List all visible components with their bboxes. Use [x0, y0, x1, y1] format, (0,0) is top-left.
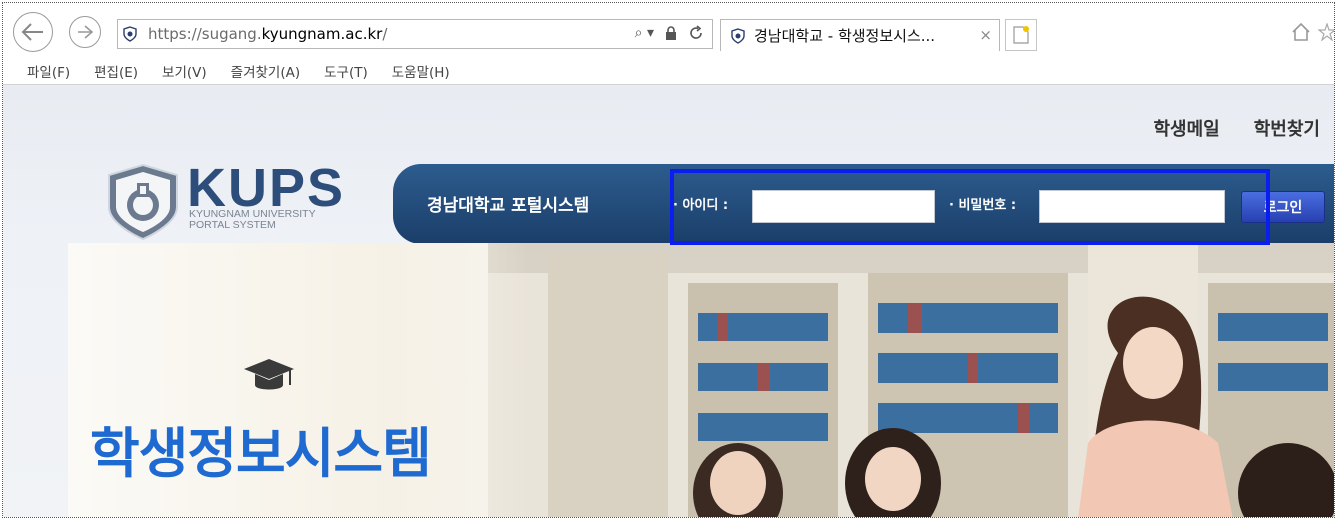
address-tools: ⌕ ▾ — [635, 25, 704, 41]
menu-edit[interactable]: 편집(E) — [94, 61, 138, 81]
lock-icon[interactable] — [664, 25, 678, 41]
home-icon[interactable] — [1290, 21, 1312, 43]
arrow-right-icon — [78, 25, 94, 39]
password-input[interactable] — [1039, 190, 1225, 223]
hero-title: 학생정보시스템 — [90, 422, 432, 485]
tab-favicon-icon — [731, 27, 745, 44]
top-links: 학생메일 학번찾기 — [1154, 115, 1321, 141]
menu-view[interactable]: 보기(V) — [162, 61, 207, 81]
search-dropdown-icon[interactable]: ⌕ ▾ — [635, 25, 654, 41]
logo-subtitle-line2: PORTAL SYSTEM — [189, 219, 276, 231]
login-bar: 경남대학교 포털시스템 · 아이디 : · 비밀번호 : 로그인 — [393, 164, 1334, 244]
kups-logo[interactable]: KUPS KYUNGNAM UNIVERSITY PORTAL SYSTEM — [107, 158, 347, 243]
browser-window: https://sugang.kyungnam.ac.kr/ ⌕ ▾ 경남대학교… — [2, 2, 1335, 518]
arrow-left-icon — [21, 23, 43, 41]
new-tab-icon — [1013, 26, 1029, 44]
menu-bar: 파일(F) 편집(E) 보기(V) 즐겨찾기(A) 도구(T) 도움말(H) — [3, 59, 450, 83]
page-content: 학생메일 학번찾기 KUPS KYUNGNAM UNIVERSITY PORTA… — [3, 85, 1334, 517]
menu-help[interactable]: 도움말(H) — [392, 61, 450, 81]
refresh-icon[interactable] — [688, 25, 704, 41]
forward-button[interactable] — [69, 16, 101, 48]
menu-favorites[interactable]: 즐겨찾기(A) — [231, 61, 300, 81]
id-input[interactable] — [752, 190, 935, 223]
library-photo — [488, 243, 1334, 517]
graduation-cap-icon — [244, 359, 294, 390]
menu-file[interactable]: 파일(F) — [27, 61, 70, 81]
new-tab-button[interactable] — [1005, 19, 1037, 51]
university-emblem-icon — [108, 163, 178, 241]
hero-banner: 학생정보시스템 — [68, 243, 1334, 517]
password-label: · 비밀번호 : — [949, 198, 1017, 213]
find-student-id-link[interactable]: 학번찾기 — [1254, 115, 1320, 141]
address-bar[interactable]: https://sugang.kyungnam.ac.kr/ ⌕ ▾ — [117, 19, 713, 49]
tab-title: 경남대학교 - 학생정보시스... — [754, 27, 936, 45]
browser-tab[interactable]: 경남대학교 - 학생정보시스... × — [720, 19, 1000, 51]
url-text: https://sugang.kyungnam.ac.kr/ — [148, 25, 388, 43]
menu-tools[interactable]: 도구(T) — [324, 61, 368, 81]
favorites-star-icon[interactable] — [1318, 23, 1335, 41]
logo-subtitle: KYUNGNAM UNIVERSITY PORTAL SYSTEM — [189, 209, 316, 231]
site-shield-icon — [123, 26, 137, 42]
back-button[interactable] — [13, 12, 53, 52]
id-label: · 아이디 : — [673, 198, 729, 213]
login-button[interactable]: 로그인 — [1241, 191, 1325, 223]
portal-title: 경남대학교 포털시스템 — [427, 196, 590, 216]
student-mail-link[interactable]: 학생메일 — [1154, 115, 1220, 141]
browser-chrome: https://sugang.kyungnam.ac.kr/ ⌕ ▾ 경남대학교… — [3, 3, 1334, 85]
tab-close-icon[interactable]: × — [979, 26, 992, 44]
